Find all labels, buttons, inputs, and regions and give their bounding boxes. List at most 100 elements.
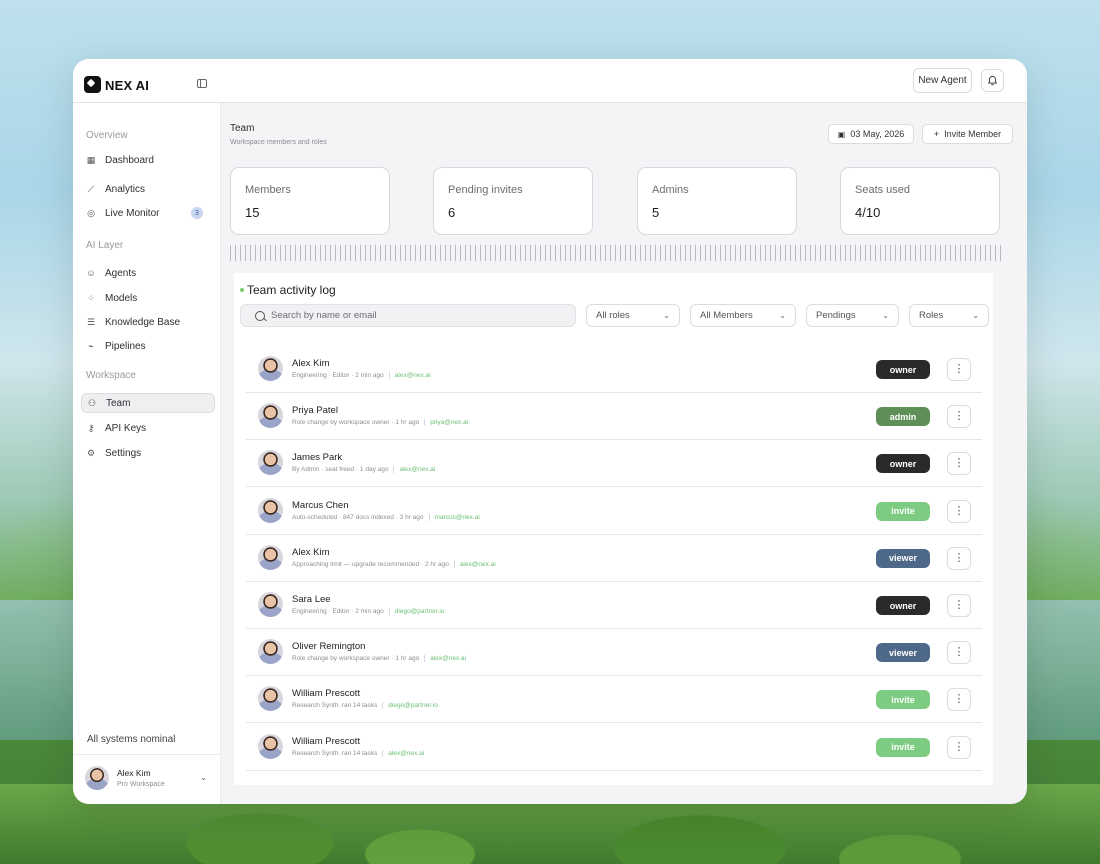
avatar (258, 592, 283, 617)
member-meta: Engineering · Editor · 2 min ago diego@pa… (292, 608, 445, 615)
table-row[interactable]: Sara Lee Engineering · Editor · 2 min ago… (246, 582, 982, 629)
member-email[interactable]: alex@nex.ai (388, 372, 431, 379)
table-row[interactable]: Priya Patel Role change by workspace owne… (246, 393, 982, 441)
stat-label: Admins (652, 184, 689, 196)
sidebar-item-team[interactable]: ⚇ Team (81, 393, 215, 413)
member-name: Oliver Remington (292, 641, 366, 653)
filter-all-roles[interactable]: All roles ⌄ (586, 304, 680, 327)
member-meta: Role change by workspace owner · 1 hr ag… (292, 655, 467, 663)
notifications-button[interactable] (981, 69, 1004, 92)
member-email[interactable]: marcus@nex.ai (428, 513, 480, 521)
table-row[interactable]: Marcus Chen Auto-scheduled · 847 docs ind… (246, 488, 982, 535)
filter-roles[interactable]: Roles ⌄ (909, 304, 989, 327)
avatar (258, 639, 283, 665)
table-row[interactable]: Oliver Remington Role change by workspace… (246, 629, 982, 677)
sidebar-toggle-icon[interactable] (197, 79, 207, 88)
member-email[interactable]: alex@nex.ai (393, 466, 436, 474)
activity-description: Engineering · Editor · 2 min ago (292, 608, 384, 615)
chevron-down-icon: ⌄ (663, 311, 670, 320)
stat-value: 15 (245, 205, 260, 220)
sidebar-item-models[interactable]: ⁘ Models (81, 288, 215, 308)
more-options-button[interactable]: ⋮ (947, 735, 971, 759)
sidebar-item-label: Analytics (105, 183, 146, 195)
section-overview: Overview (86, 130, 128, 141)
table-row[interactable]: James Park By Admin · seat freed · 1 day … (246, 440, 982, 488)
more-vertical-icon: ⋮ (953, 599, 965, 611)
date-picker-button[interactable]: ▣ 03 May, 2026 (828, 124, 914, 144)
stat-card-seats-used: Seats used 4/10 (840, 167, 1000, 235)
plus-icon: + (933, 129, 940, 139)
chevron-down-icon: ⌄ (200, 773, 207, 782)
more-options-button[interactable]: ⋮ (947, 546, 971, 570)
member-name: Sara Lee (292, 594, 331, 605)
member-email[interactable]: priya@nex.ai (424, 419, 469, 427)
member-email[interactable]: alex@nex.ai (382, 749, 425, 757)
sidebar-item-live-monitor[interactable]: ◎ Live Monitor 3 (81, 203, 215, 223)
more-options-button[interactable]: ⋮ (947, 499, 971, 523)
role-badge[interactable]: owner (876, 596, 930, 615)
sidebar-item-settings[interactable]: ⚙ Settings (81, 443, 215, 463)
member-email[interactable]: diego@partner.io (382, 702, 438, 710)
model-icon: ⁘ (87, 292, 95, 303)
user-menu[interactable]: Alex Kim Pro Workspace ⌄ (73, 754, 221, 804)
member-email[interactable]: alex@nex.ai (424, 655, 467, 663)
role-badge[interactable]: viewer (876, 643, 930, 663)
sidebar-item-agents[interactable]: ☺ Agents (81, 263, 215, 283)
more-vertical-icon: ⋮ (953, 693, 965, 706)
panel-title: Team activity log (247, 283, 336, 297)
role-badge[interactable]: owner (876, 454, 930, 474)
new-agent-button[interactable]: New Agent (913, 68, 972, 93)
pipeline-icon: ⌁ (88, 340, 94, 351)
stat-label: Members (245, 184, 291, 196)
more-options-button[interactable]: ⋮ (947, 358, 971, 381)
section-ai-layer: AI Layer (86, 240, 124, 251)
bell-icon (987, 75, 998, 86)
member-email[interactable]: diego@partner.io (388, 608, 445, 615)
table-row[interactable]: William Prescott Research Synth. ran 14 t… (246, 676, 982, 724)
logo-icon (84, 76, 101, 93)
more-options-button[interactable]: ⋮ (947, 594, 971, 617)
more-options-button[interactable]: ⋮ (947, 452, 971, 476)
sidebar-item-api-keys[interactable]: ⚷ API Keys (81, 418, 215, 438)
more-vertical-icon: ⋮ (953, 646, 965, 659)
activity-description: Research Synth. ran 14 tasks (292, 702, 378, 710)
invite-member-button[interactable]: + Invite Member (922, 124, 1013, 144)
chevron-down-icon: ⌄ (779, 311, 786, 320)
filter-label: Roles (919, 310, 944, 321)
table-row[interactable]: Alex Kim Approaching limit — upgrade reco… (246, 535, 982, 582)
role-badge[interactable]: invite (876, 690, 930, 710)
table-row[interactable]: Alex Kim Engineering · Editor · 2 min ago… (246, 346, 982, 393)
role-badge[interactable]: invite (876, 737, 930, 757)
sidebar-item-knowledge-base[interactable]: ☰ Knowledge Base (81, 312, 215, 332)
more-options-button[interactable]: ⋮ (947, 641, 971, 665)
sidebar-item-dashboard[interactable]: ▦ Dashboard (81, 150, 215, 170)
more-vertical-icon: ⋮ (953, 410, 965, 423)
avatar (258, 686, 283, 712)
sidebar-item-label: Models (105, 292, 138, 304)
section-workspace: Workspace (86, 370, 136, 381)
more-options-button[interactable]: ⋮ (947, 688, 971, 712)
activity-panel: Team activity log All roles ⌄ All Member… (234, 273, 993, 785)
sidebar-item-pipelines[interactable]: ⌁ Pipelines (81, 336, 215, 356)
database-icon: ☰ (86, 316, 96, 327)
stat-value: 5 (652, 205, 660, 220)
filter-pendings[interactable]: Pendings ⌄ (806, 304, 899, 327)
member-email[interactable]: alex@nex.ai (453, 560, 496, 568)
role-badge[interactable]: admin (876, 407, 930, 427)
table-row[interactable]: William Prescott Research Synth. ran 14 t… (246, 724, 982, 771)
app-window: NEX AI New Agent Overview ▦ Dashboard ⟋ … (73, 59, 1027, 804)
stat-label: Seats used (855, 184, 911, 196)
grid-icon: ▦ (86, 154, 96, 165)
page-title: Team (230, 123, 255, 134)
more-options-button[interactable]: ⋮ (947, 405, 971, 429)
filter-all-members[interactable]: All Members ⌄ (690, 304, 796, 327)
role-badge[interactable]: invite (876, 501, 930, 521)
search-box[interactable] (240, 304, 576, 327)
member-meta: Research Synth. ran 14 tasks diego@partne… (292, 702, 438, 710)
role-badge[interactable]: owner (876, 360, 930, 379)
sidebar-item-analytics[interactable]: ⟋ Analytics (81, 179, 215, 199)
search-input[interactable] (271, 310, 561, 321)
sidebar-item-label: API Keys (105, 422, 147, 434)
member-meta: By Admin · seat freed · 1 day ago alex@ne… (292, 466, 436, 474)
role-badge[interactable]: viewer (876, 548, 930, 568)
